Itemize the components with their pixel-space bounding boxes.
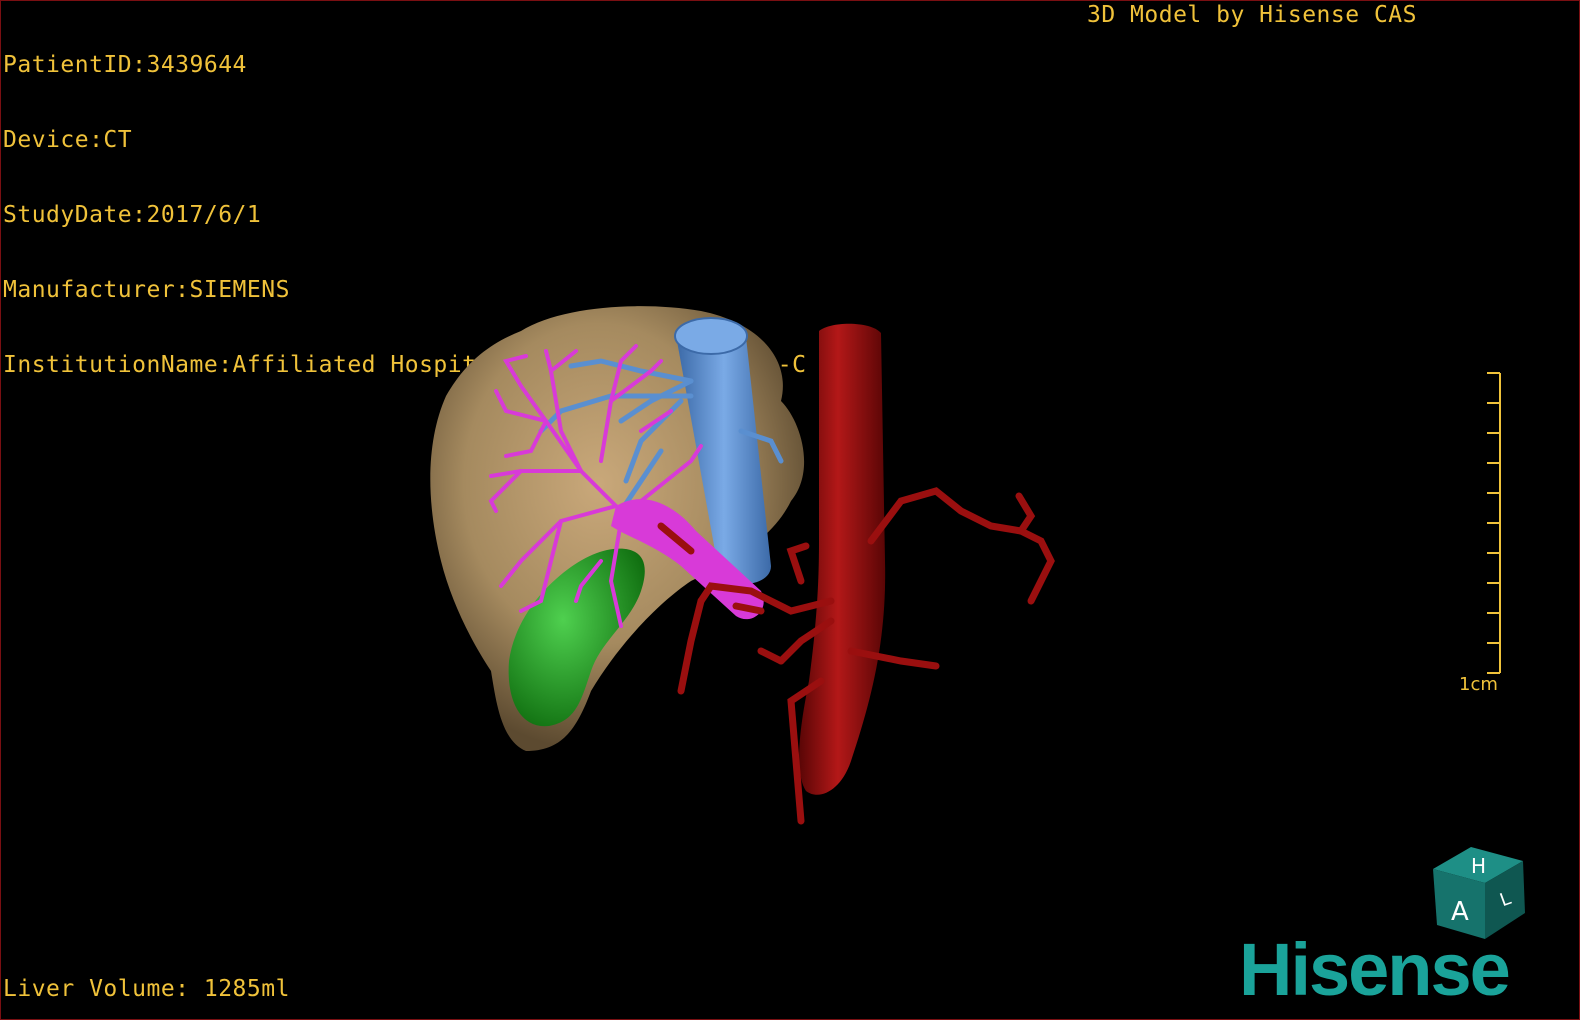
hisense-logo: Hisense: [1239, 928, 1511, 1011]
ivc-top: [674, 317, 748, 355]
cube-top-label: H: [1471, 854, 1486, 878]
aorta-shape: [799, 323, 886, 795]
cube-front-label: A: [1451, 897, 1469, 927]
orientation-cube[interactable]: H A L: [1433, 847, 1525, 939]
scale-bar: [1487, 372, 1501, 674]
liver-3d-model[interactable]: H A L: [1, 1, 1579, 1019]
scale-bar-label: 1cm: [1459, 674, 1498, 695]
liver-volume-label: Liver Volume: 1285ml: [3, 976, 290, 1002]
3d-viewport[interactable]: PatientID:3439644 Device:CT StudyDate:20…: [0, 0, 1580, 1020]
